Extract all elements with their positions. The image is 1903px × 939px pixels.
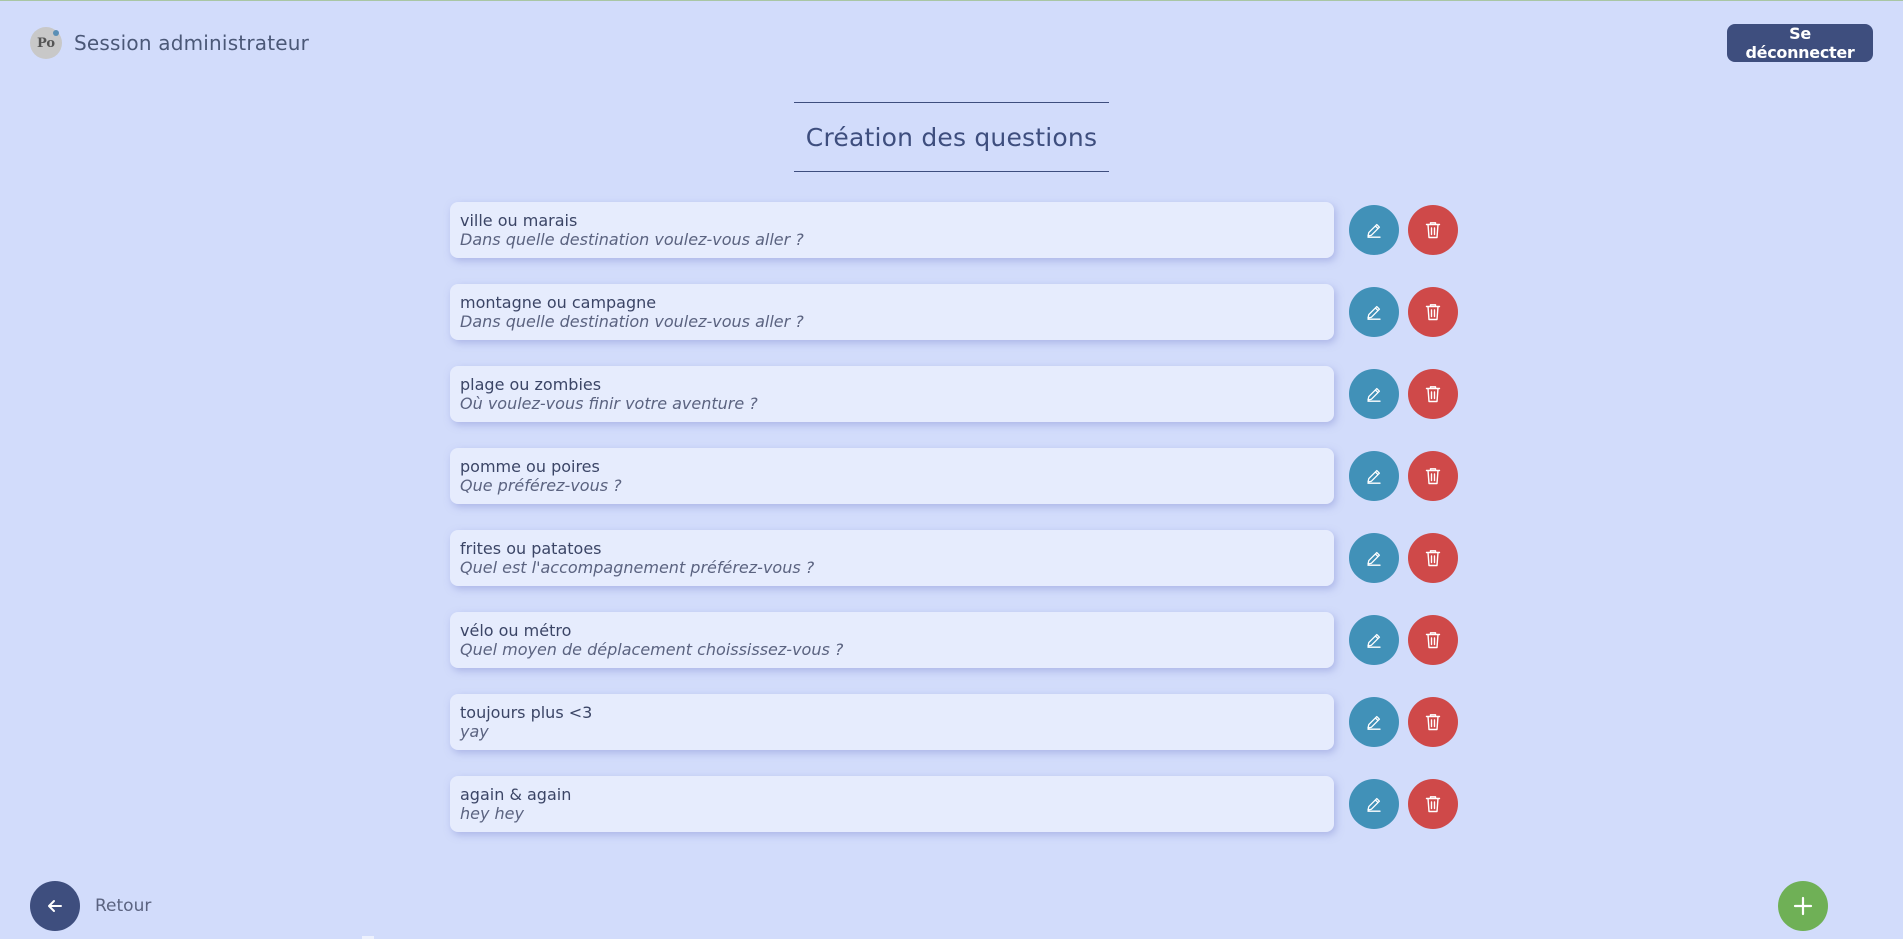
question-row: again & again hey hey (450, 776, 1460, 832)
question-row: montagne ou campagne Dans quelle destinat… (450, 284, 1460, 340)
question-subtitle: Dans quelle destination voulez-vous alle… (460, 230, 804, 249)
trash-icon (1425, 632, 1441, 649)
question-row: pomme ou poires Que préférez-vous ? (450, 448, 1460, 504)
trash-icon (1425, 222, 1441, 239)
question-subtitle: hey hey (460, 804, 524, 823)
edit-question-button[interactable] (1349, 533, 1399, 583)
question-row: toujours plus <3 yay (450, 694, 1460, 750)
edit-question-button[interactable] (1349, 287, 1399, 337)
question-subtitle: Dans quelle destination voulez-vous alle… (460, 312, 804, 331)
trash-icon (1425, 468, 1441, 485)
question-title: pomme ou poires (460, 457, 600, 476)
question-card[interactable]: frites ou patatoes Quel est l'accompagnem… (450, 530, 1334, 586)
back-button[interactable] (30, 881, 80, 931)
top-border (0, 0, 1903, 1)
pencil-icon (1367, 223, 1381, 238)
delete-question-button[interactable] (1408, 697, 1458, 747)
question-subtitle: Que préférez-vous ? (460, 476, 622, 495)
trash-icon (1425, 386, 1441, 403)
pencil-icon (1367, 551, 1381, 566)
back-label[interactable]: Retour (95, 896, 151, 916)
edit-question-button[interactable] (1349, 697, 1399, 747)
pencil-icon (1367, 797, 1381, 812)
edit-question-button[interactable] (1349, 369, 1399, 419)
trash-icon (1425, 550, 1441, 567)
trash-icon (1425, 796, 1441, 813)
trash-icon (1425, 304, 1441, 321)
question-card[interactable]: again & again hey hey (450, 776, 1334, 832)
delete-question-button[interactable] (1408, 615, 1458, 665)
question-row: plage ou zombies Où voulez-vous finir vot… (450, 366, 1460, 422)
app-logo: Po (30, 27, 62, 59)
question-title: ville ou marais (460, 211, 578, 230)
edit-question-button[interactable] (1349, 205, 1399, 255)
page-title: Création des questions (805, 122, 1098, 152)
question-title: toujours plus <3 (460, 703, 593, 722)
edit-question-button[interactable] (1349, 779, 1399, 829)
delete-question-button[interactable] (1408, 369, 1458, 419)
question-card[interactable]: ville ou marais Dans quelle destination v… (450, 202, 1334, 258)
pencil-icon (1367, 715, 1381, 730)
add-question-button[interactable] (1778, 881, 1828, 931)
question-title: montagne ou campagne (460, 293, 657, 312)
question-title: again & again (460, 785, 572, 804)
logo-dot (53, 30, 59, 36)
plus-icon (1793, 896, 1813, 916)
delete-question-button[interactable] (1408, 205, 1458, 255)
question-card[interactable]: plage ou zombies Où voulez-vous finir vot… (450, 366, 1334, 422)
question-title: plage ou zombies (460, 375, 602, 394)
question-title: vélo ou métro (460, 621, 572, 640)
header: Po Session administrateur (30, 27, 309, 59)
question-card[interactable]: pomme ou poires Que préférez-vous ? (450, 448, 1334, 504)
page-title-block: Création des questions (794, 102, 1109, 172)
delete-question-button[interactable] (1408, 533, 1458, 583)
question-subtitle: Quel moyen de déplacement choississez-vo… (460, 640, 844, 659)
session-title: Session administrateur (74, 31, 310, 55)
edit-question-button[interactable] (1349, 451, 1399, 501)
question-card[interactable]: toujours plus <3 yay (450, 694, 1334, 750)
trash-icon (1425, 714, 1441, 731)
pencil-icon (1367, 633, 1381, 648)
edit-question-button[interactable] (1349, 615, 1399, 665)
delete-question-button[interactable] (1408, 779, 1458, 829)
question-subtitle: yay (460, 722, 489, 741)
question-card[interactable]: vélo ou métro Quel moyen de déplacement c… (450, 612, 1334, 668)
delete-question-button[interactable] (1408, 451, 1458, 501)
question-row: vélo ou métro Quel moyen de déplacement c… (450, 612, 1460, 668)
question-subtitle: Où voulez-vous finir votre aventure ? (460, 394, 758, 413)
pencil-icon (1367, 387, 1381, 402)
pencil-icon (1367, 305, 1381, 320)
pencil-icon (1367, 469, 1381, 484)
question-row: ville ou marais Dans quelle destination v… (450, 202, 1460, 258)
logout-button[interactable]: Se déconnecter (1727, 24, 1873, 62)
question-card[interactable]: montagne ou campagne Dans quelle destinat… (450, 284, 1334, 340)
question-row: frites ou patatoes Quel est l'accompagnem… (450, 530, 1460, 586)
arrow-left-icon (48, 900, 62, 912)
delete-question-button[interactable] (1408, 287, 1458, 337)
question-subtitle: Quel est l'accompagnement préférez-vous … (460, 558, 815, 577)
question-title: frites ou patatoes (460, 539, 602, 558)
logo-text: Po (36, 35, 56, 51)
